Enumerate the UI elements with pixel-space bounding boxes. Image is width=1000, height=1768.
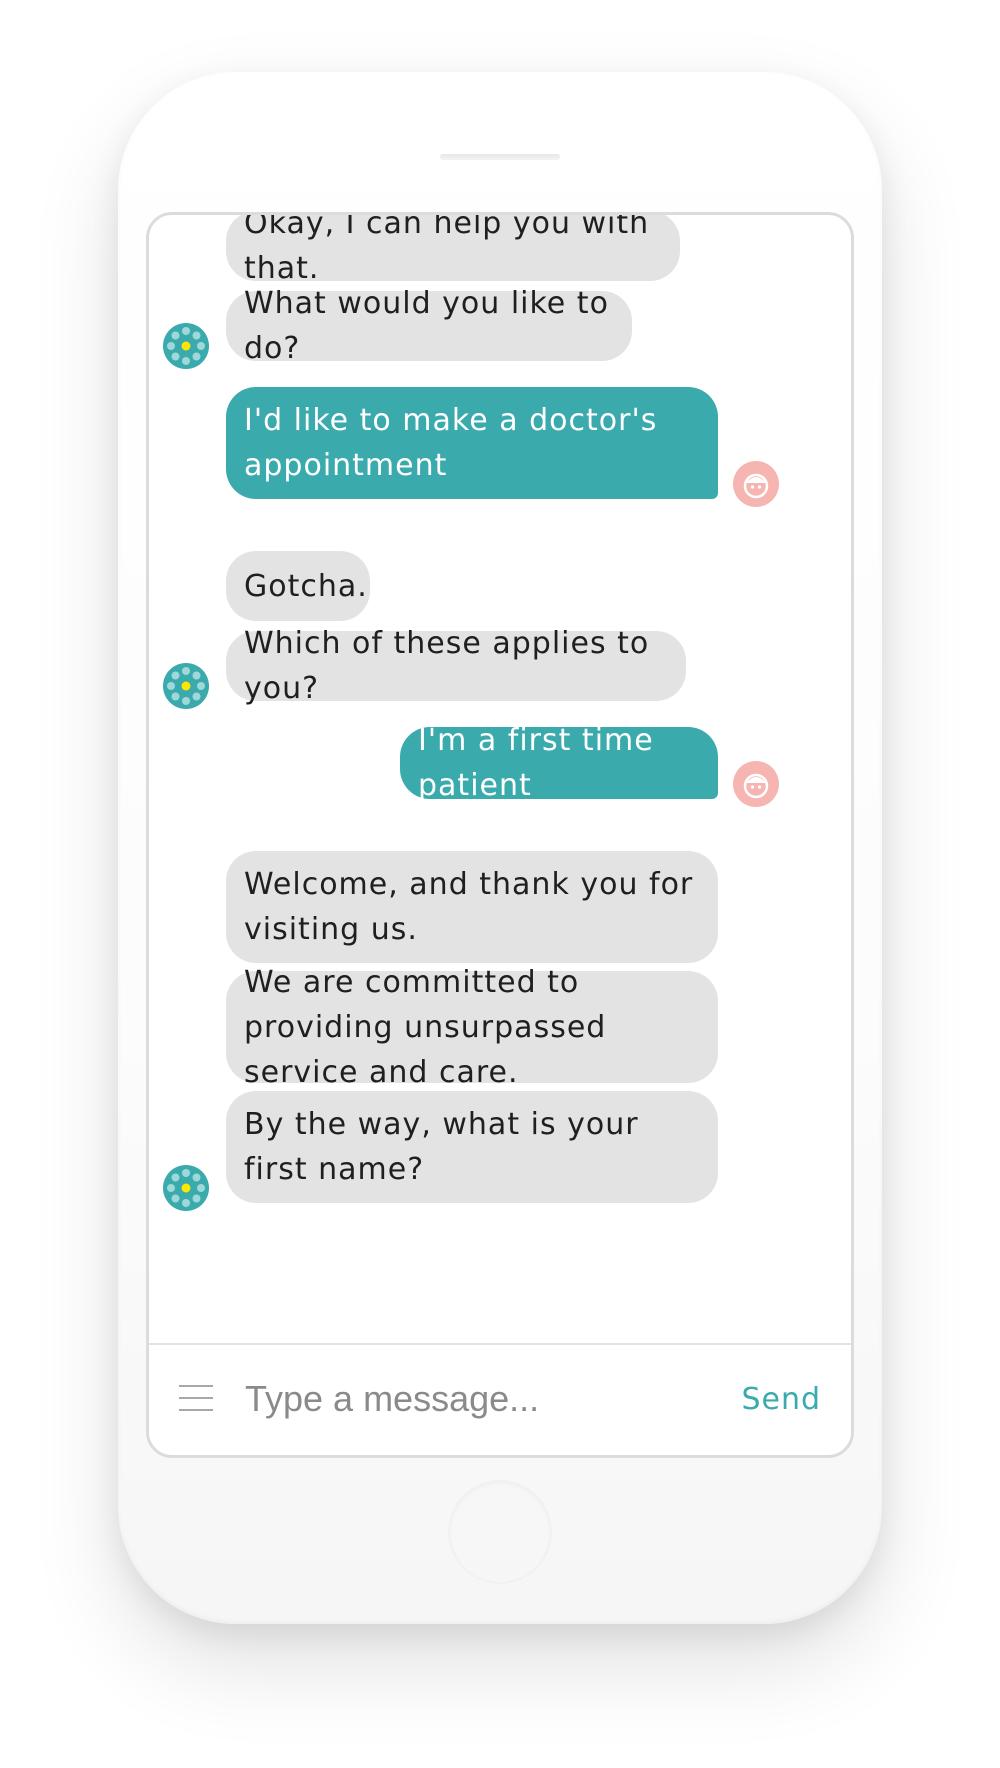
message-text: I'm a first time patient [418,723,654,803]
bot-message: Welcome, and thank you for visiting us. [226,851,718,963]
chat-thread: Okay, I can help you with that. What wou… [149,215,851,1347]
user-avatar-icon [733,761,779,807]
home-button[interactable] [448,1480,552,1584]
bot-message: We are committed to providing unsurpasse… [226,965,718,1090]
user-avatar-icon [733,461,779,507]
message-input[interactable] [245,1369,685,1429]
user-message: I'm a first time patient [400,723,718,803]
message-text: By the way, what is your first name? [244,1107,639,1187]
bot-message: Which of these applies to you? [226,626,686,706]
message-text: I'd like to make a doctor's appointment [244,403,658,483]
bot-message: By the way, what is your first name? [226,1091,718,1203]
send-button[interactable]: Send [737,1373,825,1425]
message-composer: Send [149,1343,851,1455]
phone-speaker [440,154,560,160]
user-message: I'd like to make a doctor's appointment [226,387,718,499]
hamburger-menu-icon[interactable] [179,1385,213,1411]
chat-screen: Okay, I can help you with that. What wou… [146,212,854,1458]
bot-message: Gotcha. [226,551,370,621]
bot-message: Okay, I can help you with that. [226,215,680,286]
message-text: Welcome, and thank you for visiting us. [244,867,694,947]
bot-avatar-icon [163,323,209,369]
bot-avatar-icon [163,663,209,709]
message-text: We are committed to providing unsurpasse… [244,964,607,1090]
message-text: Which of these applies to you? [244,626,650,706]
bot-avatar-icon [163,1165,209,1211]
message-text: What would you like to do? [244,286,609,366]
message-text: Okay, I can help you with that. [244,212,650,286]
message-text: Gotcha. [244,568,368,604]
bot-message: What would you like to do? [226,286,632,366]
